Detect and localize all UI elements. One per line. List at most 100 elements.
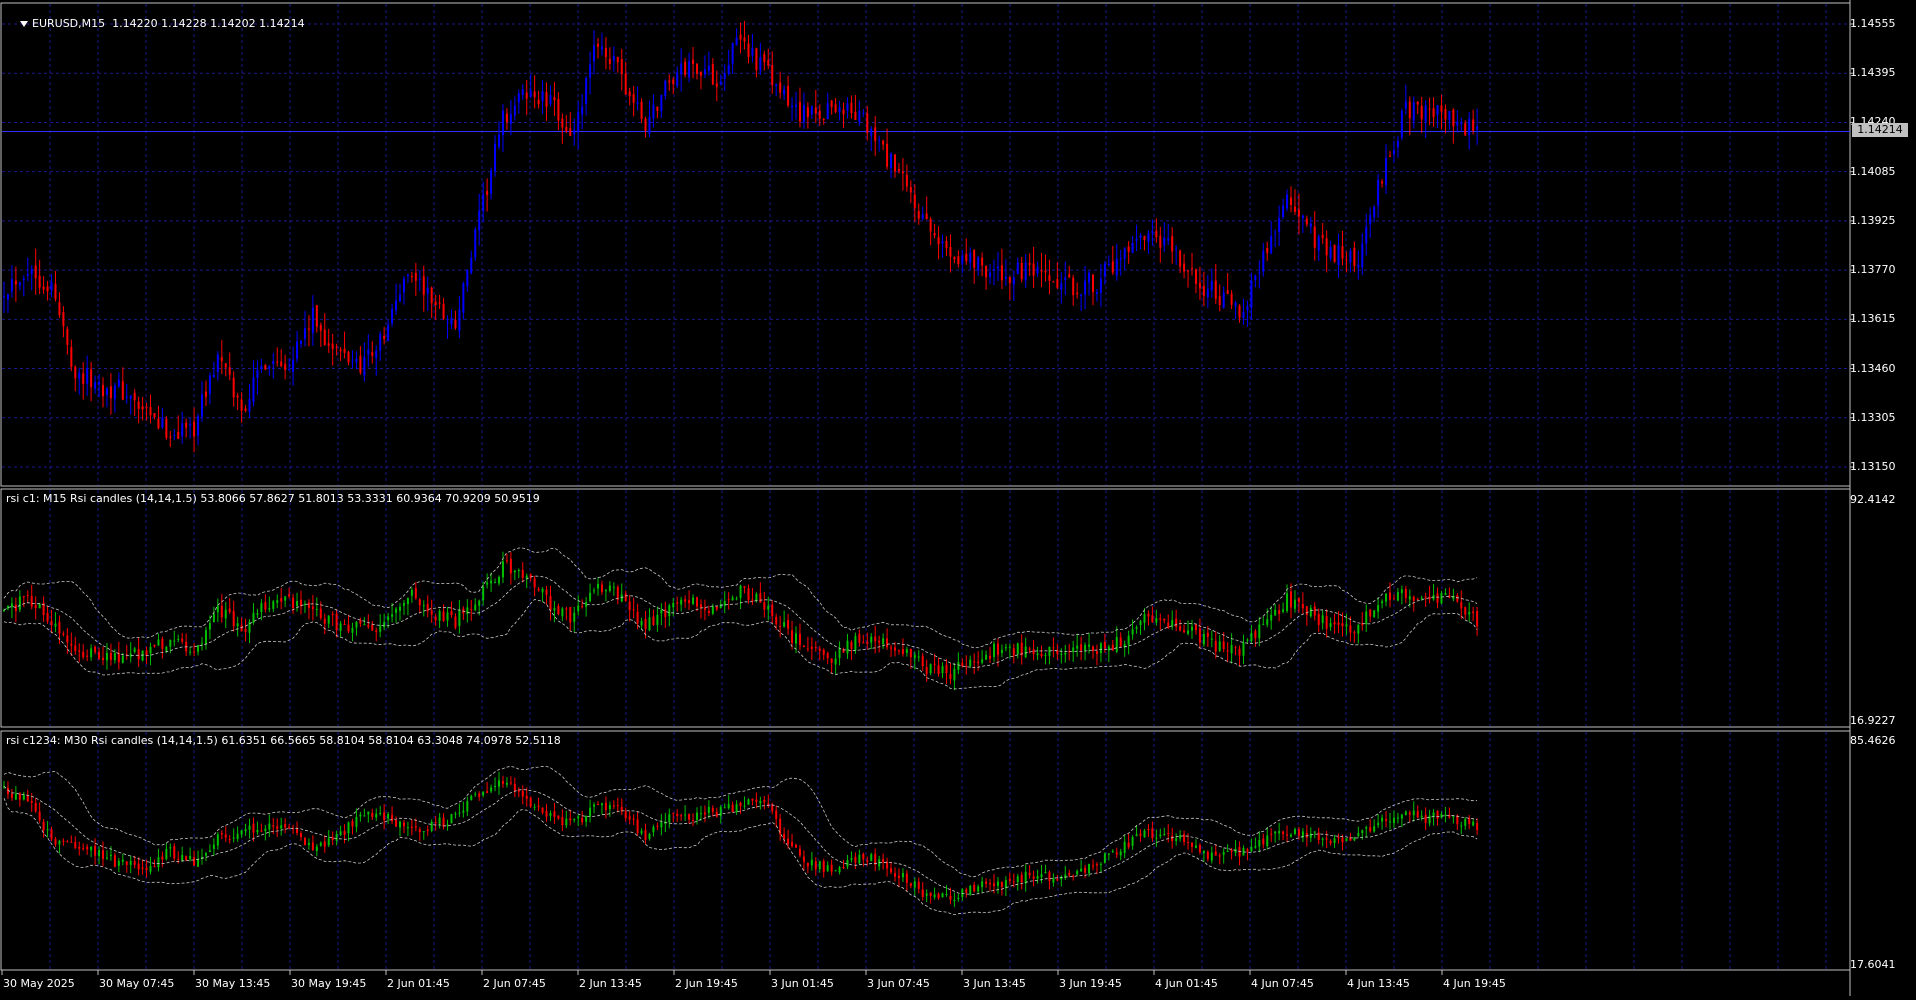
rsi2-candle (917, 881, 920, 889)
rsi2-candle (58, 841, 61, 845)
price-candle (149, 407, 152, 416)
price-candle (272, 361, 275, 365)
chart-window[interactable]: EURUSD,M15 1.14220 1.14228 1.14202 1.142… (0, 0, 1916, 996)
rsi2-candle (1103, 853, 1106, 863)
price-candle (525, 92, 528, 99)
price-candle (727, 65, 730, 74)
rsi1-candle (165, 646, 168, 651)
price-candle (399, 294, 401, 302)
rsi1-candle (18, 596, 21, 610)
price-candle (533, 91, 536, 98)
price-candle (1282, 205, 1285, 217)
rsi2-candle (1111, 851, 1114, 853)
rsi1-candle (260, 603, 263, 612)
price-candle (1290, 197, 1292, 205)
rsi1-candle (1369, 609, 1372, 617)
rsi2-candle (450, 814, 453, 824)
rsi2-candle (137, 863, 140, 870)
rsi2-candle (498, 780, 500, 787)
rsi1-candle (858, 634, 861, 643)
price-candle (1028, 263, 1031, 265)
rsi2-candle (509, 782, 512, 784)
rsi1-candle (1222, 641, 1225, 650)
price-candle (1060, 283, 1063, 290)
rsi1-candle (402, 603, 405, 606)
rsi1-candle (743, 586, 746, 588)
rsi2-candle (1464, 819, 1467, 826)
rsi2-candle (897, 875, 900, 878)
price-candle (620, 59, 623, 75)
rsi2-candle (1262, 838, 1265, 845)
price-candle (1444, 108, 1447, 120)
price-candle (371, 352, 374, 356)
rsi2-candle (589, 807, 592, 817)
rsi1-candle (1159, 618, 1162, 620)
rsi2-candle (1404, 811, 1407, 815)
rsi1-candle (1412, 596, 1415, 601)
rsi2-candle (300, 833, 302, 838)
price-candle (355, 358, 358, 363)
price-candle (98, 381, 101, 385)
rsi2-candle (70, 841, 73, 843)
triangle-down-icon[interactable] (20, 21, 28, 27)
rsi2-candle (220, 832, 223, 835)
rsi1-candle (890, 647, 893, 649)
rsi2-candle (494, 786, 497, 788)
price-candle (46, 286, 49, 292)
rsi1-candle (1012, 648, 1015, 656)
price-candle (395, 300, 398, 311)
rsi2-candle (339, 831, 342, 836)
rsi2-candle (1472, 821, 1475, 826)
price-candle (917, 211, 920, 219)
price-candle (474, 229, 477, 258)
rsi2-candle (541, 807, 544, 813)
price-candle (1183, 263, 1186, 272)
rsi2-candle (315, 846, 318, 852)
rsi2-candle (129, 861, 132, 865)
price-candle (981, 257, 984, 266)
price-candle (1175, 249, 1178, 251)
rsi2-candle (94, 845, 97, 856)
rsi1-candle (1143, 614, 1146, 623)
price-candle (1036, 267, 1039, 274)
price-candle (1230, 293, 1233, 305)
rsi2-candle (418, 829, 421, 833)
time-label: 30 May 07:45 (99, 977, 175, 990)
price-candle (1476, 126, 1479, 130)
price-candle (252, 377, 255, 403)
price-candle (608, 58, 611, 64)
rsi2-candle (1171, 835, 1174, 842)
rsi1-candle (1095, 651, 1098, 655)
rsi2-candle (941, 893, 944, 898)
rsi2-candle (1381, 817, 1384, 822)
rsi1-candle (1329, 623, 1332, 627)
rsi2-candle (86, 846, 89, 850)
price-candle (173, 435, 176, 437)
rsi2-candle (1044, 872, 1047, 874)
price-candle (1000, 265, 1003, 281)
price-candle (335, 346, 338, 348)
rsi1-candle (1139, 621, 1142, 626)
rsi1-candle (525, 575, 528, 579)
rsi1-candle (846, 640, 849, 654)
price-candle (1048, 275, 1051, 281)
price-candle (775, 83, 778, 86)
rsi2-candle (98, 850, 101, 857)
price-candle (34, 265, 37, 279)
price-candle (577, 111, 580, 132)
rsi1-candle (996, 643, 999, 655)
rsi1-candle (355, 621, 358, 628)
rsi1-candle (1305, 606, 1308, 616)
rsi2-candle (212, 844, 215, 849)
rsi1-candle (1258, 624, 1261, 639)
price-candle (303, 328, 306, 340)
price-candle (14, 280, 17, 285)
rsi1-candle (1373, 610, 1376, 618)
rsi1-candle (359, 620, 362, 624)
rsi1-candle (438, 610, 441, 621)
rsi1-candle (288, 594, 291, 597)
rsi1-candle (1396, 592, 1399, 601)
rsi2-candle (252, 823, 255, 833)
price-candle (1004, 276, 1007, 279)
rsi2-candle (105, 857, 108, 859)
